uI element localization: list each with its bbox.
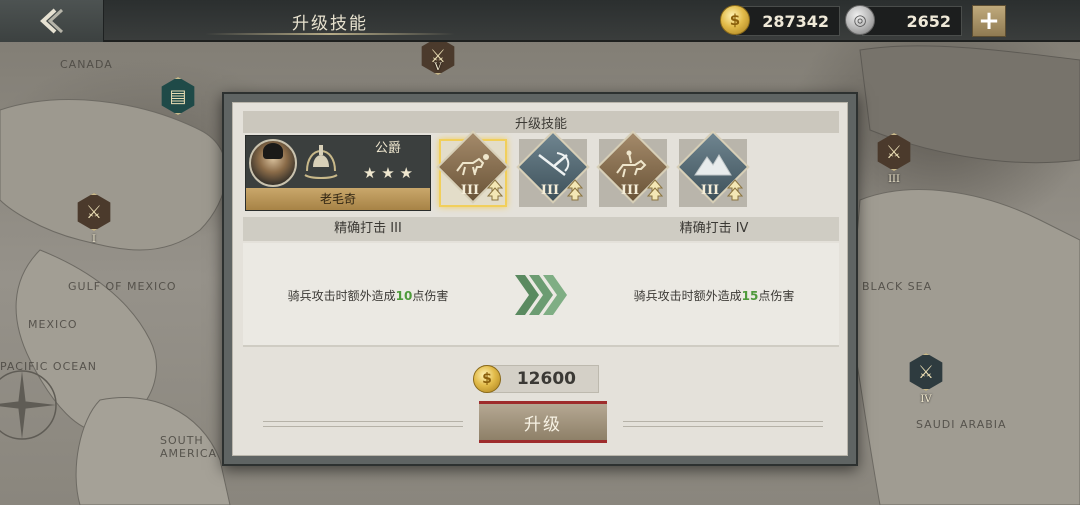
general-stars: ★ ★ ★ [363, 164, 413, 182]
skill-slot-2[interactable]: III [515, 130, 591, 215]
gold-counter: 287342 [736, 6, 840, 36]
general-portrait-avatar [249, 139, 297, 187]
add-currency-button[interactable]: + [972, 5, 1006, 37]
current-skill-title: 精确打击 III [334, 221, 402, 236]
crossed-swords-icon: ⚔ [917, 361, 935, 383]
back-arrow-icon [39, 8, 63, 34]
map-label-canada: CANADA [60, 58, 113, 71]
upgrade-skill-dialog: 升级技能 公爵 ★ ★ ★ 老毛奇 III III III III 精确打击 I… [222, 92, 858, 466]
laurel-helmet-icon [301, 140, 341, 186]
marker-rank-label: V [434, 62, 442, 73]
skill-slot-1[interactable]: III [435, 130, 511, 215]
crossed-swords-icon [538, 152, 570, 176]
level-up-arrow-icon [487, 179, 503, 201]
gold-coin-icon: $ [720, 5, 750, 35]
decorative-divider [263, 421, 463, 427]
general-card[interactable]: 公爵 ★ ★ ★ 老毛奇 [245, 135, 431, 211]
marker-rank-label: IV [920, 394, 932, 405]
dialog-title: 升级技能 [243, 111, 839, 133]
crossed-swords-icon: ⚔ [85, 201, 103, 223]
marker-rank-label: I [92, 234, 96, 245]
upgrade-button[interactable]: 升级 [479, 401, 607, 443]
crossed-swords-icon: ⚔ [885, 141, 903, 163]
next-damage-value: 15 [741, 289, 759, 303]
cavalry-icon [456, 154, 489, 176]
dialog-body: 升级技能 公爵 ★ ★ ★ 老毛奇 III III III III 精确打击 I… [232, 102, 848, 456]
map-label-saudi: SAUDI ARABIA [916, 418, 1007, 431]
next-skill-desc: 骑兵攻击时额外造成15点伤害 [633, 289, 795, 303]
map-marker-2[interactable]: ⚔ V [418, 36, 458, 76]
current-skill-desc: 骑兵攻击时额外造成10点伤害 [287, 289, 449, 303]
level-up-arrow-icon [647, 179, 663, 201]
cost-amount: 12600 [516, 369, 576, 389]
next-skill-title: 精确打击 IV [679, 221, 749, 236]
map-label-pacific: PACIFIC OCEAN [0, 360, 97, 373]
marker-rank-label: III [888, 174, 900, 185]
skill-compare-body: 骑兵攻击时额外造成10点伤害 骑兵攻击时额外造成15点伤害 [243, 243, 839, 347]
mountain-icon [694, 154, 732, 176]
page-title: 升级技能 [292, 13, 368, 34]
gold-coin-icon: $ [473, 365, 501, 393]
chevron-right-icon [515, 275, 567, 315]
title-underline [205, 33, 455, 35]
skill-level: III [540, 183, 560, 198]
decorative-divider [623, 421, 823, 427]
map-marker-supply[interactable]: ▤ [158, 76, 198, 116]
skill-slot-3[interactable]: III [595, 130, 671, 215]
map-label-mexico: MEXICO [28, 318, 78, 331]
skill-level: III [620, 183, 640, 198]
map-label-gulf: GULF OF MEXICO [68, 280, 177, 293]
silver-amount: 2652 [906, 11, 951, 31]
top-bar: 升级技能 287342 $ 2652 ◎ + [0, 0, 1080, 42]
skill-compare-header: 精确打击 III 精确打击 IV [243, 217, 839, 241]
map-label-black-sea: BLACK SEA [862, 280, 933, 293]
skill-level: III [460, 183, 480, 198]
current-damage-value: 10 [395, 289, 413, 303]
map-label-south-america: SOUTH AMERICA [160, 434, 218, 460]
horse-archer-icon [616, 150, 647, 178]
back-button[interactable] [0, 0, 104, 42]
level-up-arrow-icon [727, 179, 743, 201]
general-name: 老毛奇 [246, 188, 430, 210]
gold-amount: 287342 [762, 11, 829, 31]
map-marker-4[interactable]: ⚔ IV [906, 352, 946, 405]
supply-icon: ▤ [169, 85, 187, 107]
skill-slot-4[interactable]: III [675, 130, 751, 215]
map-marker-1[interactable]: ⚔ I [74, 192, 114, 245]
silver-medal-icon: ◎ [845, 5, 875, 35]
map-marker-3[interactable]: ⚔ III [874, 132, 914, 185]
level-up-arrow-icon [567, 179, 583, 201]
general-rank-label: 公爵 [374, 141, 401, 156]
skill-level: III [700, 183, 720, 198]
silver-counter: 2652 [862, 6, 962, 36]
